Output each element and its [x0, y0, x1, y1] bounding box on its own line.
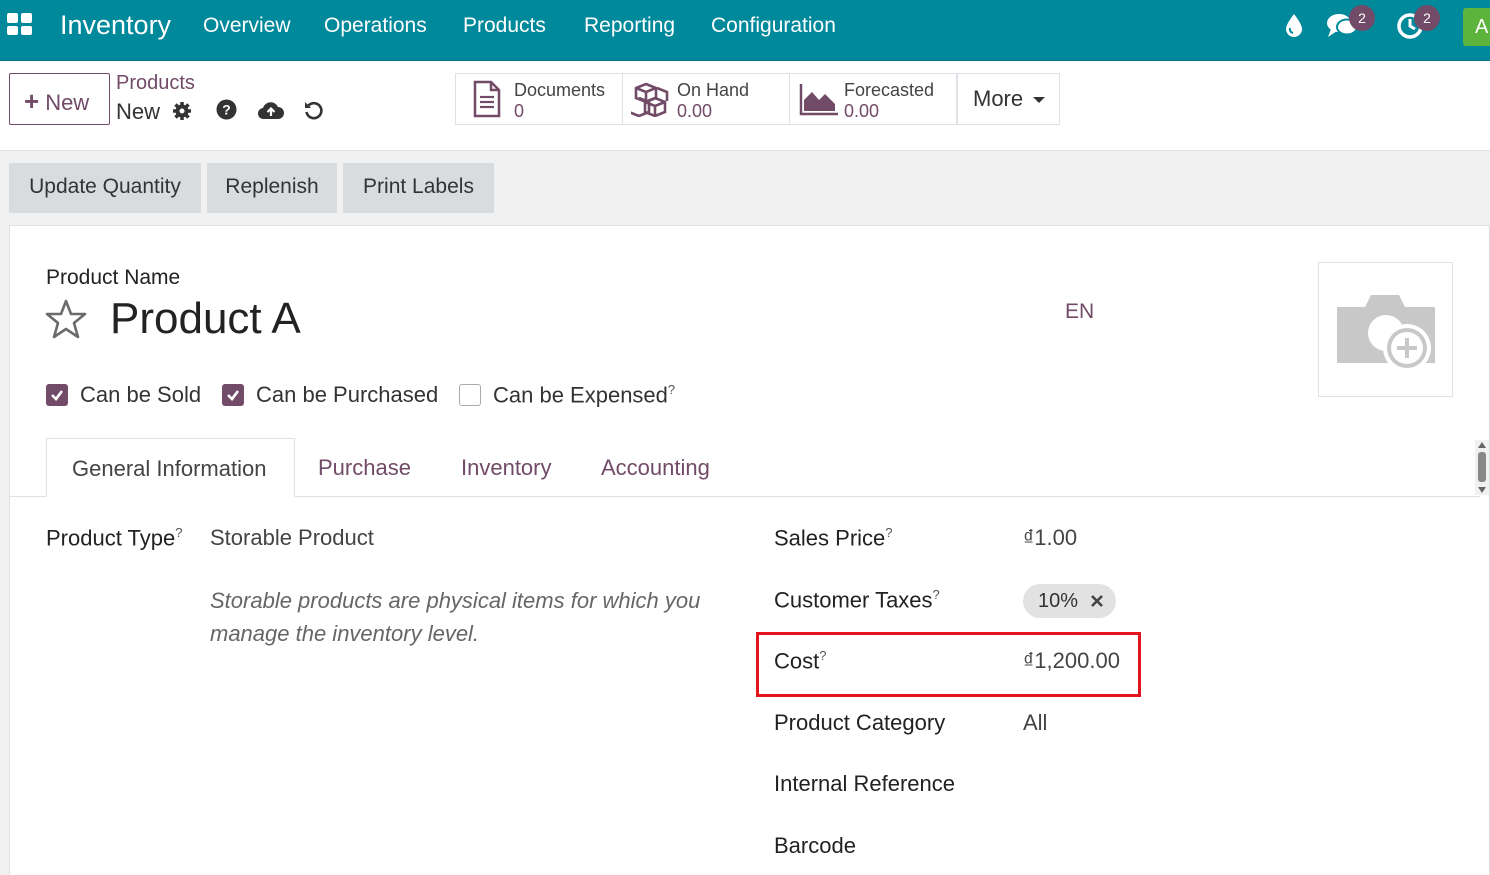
smart-button-on-hand[interactable]: On Hand 0.00: [622, 73, 790, 125]
breadcrumb-products[interactable]: Products: [116, 72, 195, 95]
can-be-expensed-checkbox[interactable]: [459, 384, 481, 406]
activities-badge: 2: [1414, 5, 1440, 31]
product-type-hint: Storable products are physical items for…: [210, 588, 701, 646]
smart-button-forecasted[interactable]: Forecasted 0.00: [789, 73, 957, 125]
tab-purchase[interactable]: Purchase: [318, 455, 411, 481]
scroll-up-icon[interactable]: [1478, 442, 1486, 448]
customer-taxes-label-wrap: Customer Taxes?: [774, 587, 940, 613]
user-avatar[interactable]: A: [1463, 8, 1490, 46]
can-be-expensed-label-wrap[interactable]: Can be Expensed?: [493, 382, 675, 408]
can-be-sold-checkbox[interactable]: [46, 384, 68, 406]
more-dropdown-button[interactable]: More: [957, 73, 1060, 125]
help-tooltip-icon[interactable]: ?: [668, 382, 675, 397]
on-hand-label: On Hand: [677, 80, 750, 100]
close-icon[interactable]: [1090, 594, 1104, 608]
breadcrumb-current: New: [116, 99, 161, 124]
update-quantity-button[interactable]: Update Quantity: [9, 163, 201, 213]
camera-add-icon: [1337, 295, 1435, 372]
tax-tag: 10%: [1023, 584, 1116, 618]
help-tooltip-icon[interactable]: ?: [819, 648, 826, 663]
documents-value: 0: [514, 101, 525, 121]
new-button[interactable]: + New: [9, 73, 110, 125]
customer-taxes-label: Customer Taxes: [774, 587, 933, 613]
document-icon: [473, 80, 501, 118]
drop-icon[interactable]: [1284, 12, 1304, 38]
menu-configuration[interactable]: Configuration: [711, 14, 836, 38]
control-panel: + New Products New ? Documents 0 On Hand…: [0, 61, 1490, 151]
tax-tag-label: 10%: [1038, 590, 1079, 612]
check-icon: [51, 390, 64, 401]
sales-price-label: Sales Price: [774, 525, 886, 551]
cost-label: Cost: [774, 648, 820, 674]
tab-inventory[interactable]: Inventory: [461, 455, 552, 481]
gear-icon[interactable]: [172, 101, 192, 121]
menu-products[interactable]: Products: [463, 14, 546, 38]
language-button[interactable]: EN: [1065, 300, 1094, 324]
barcode-label: Barcode: [774, 833, 856, 858]
cubes-icon: [631, 82, 669, 117]
internal-reference-label: Internal Reference: [774, 771, 955, 796]
can-be-expensed-label: Can be Expensed: [493, 382, 668, 408]
product-category-select[interactable]: All: [1023, 710, 1047, 736]
help-tooltip-icon[interactable]: ?: [175, 525, 182, 540]
more-label: More: [973, 86, 1024, 111]
can-be-sold-label[interactable]: Can be Sold: [80, 382, 201, 408]
plus-icon: +: [24, 86, 40, 116]
help-icon[interactable]: ?: [216, 99, 237, 120]
cloud-upload-icon[interactable]: [258, 101, 284, 120]
forecasted-value: 0.00: [844, 101, 880, 121]
scroll-down-icon[interactable]: [1478, 487, 1486, 493]
app-name[interactable]: Inventory: [60, 10, 171, 41]
documents-label: Documents: [514, 80, 606, 100]
menu-overview[interactable]: Overview: [203, 14, 291, 38]
product-type-label: Product Type: [46, 525, 176, 551]
product-image-upload[interactable]: [1318, 262, 1453, 397]
menu-operations[interactable]: Operations: [324, 14, 427, 38]
star-favorite-icon[interactable]: [45, 299, 87, 339]
on-hand-value: 0.00: [677, 101, 713, 121]
product-type-select[interactable]: Storable Product: [210, 525, 374, 551]
can-be-purchased-checkbox[interactable]: [222, 384, 244, 406]
scrollbar[interactable]: [1475, 440, 1489, 495]
sales-price-input[interactable]: ₫1.00: [1023, 525, 1077, 551]
area-chart-icon: [799, 84, 838, 116]
help-tooltip-icon[interactable]: ?: [885, 525, 892, 540]
forecasted-label: Forecasted: [844, 80, 935, 100]
apps-menu-icon[interactable]: [7, 13, 33, 35]
tab-general-information[interactable]: General Information: [46, 438, 295, 497]
check-icon: [227, 390, 240, 401]
product-category-label: Product Category: [774, 710, 946, 735]
cost-label-wrap: Cost?: [774, 648, 826, 674]
smart-button-documents[interactable]: Documents 0: [455, 73, 623, 125]
print-labels-button[interactable]: Print Labels: [343, 163, 494, 213]
menu-reporting[interactable]: Reporting: [584, 14, 675, 38]
caret-down-icon: [1033, 97, 1046, 104]
sales-price-label-wrap: Sales Price?: [774, 525, 893, 551]
product-name-label: Product Name: [46, 266, 181, 289]
cost-input[interactable]: ₫1,200.00: [1023, 648, 1120, 674]
replenish-button[interactable]: Replenish: [207, 163, 337, 213]
product-type-label-wrap: Product Type?: [46, 525, 182, 551]
help-tooltip-icon[interactable]: ?: [933, 587, 940, 602]
tab-accounting[interactable]: Accounting: [601, 455, 710, 481]
svg-text:?: ?: [222, 102, 231, 118]
scrollbar-thumb[interactable]: [1478, 452, 1486, 482]
new-button-label: New: [45, 90, 90, 115]
messages-badge: 2: [1349, 5, 1375, 31]
discard-undo-icon[interactable]: [303, 100, 324, 121]
top-navbar: Inventory Overview Operations Products R…: [0, 0, 1490, 61]
can-be-purchased-label[interactable]: Can be Purchased: [256, 382, 438, 408]
product-name-input[interactable]: Product A: [110, 294, 301, 344]
